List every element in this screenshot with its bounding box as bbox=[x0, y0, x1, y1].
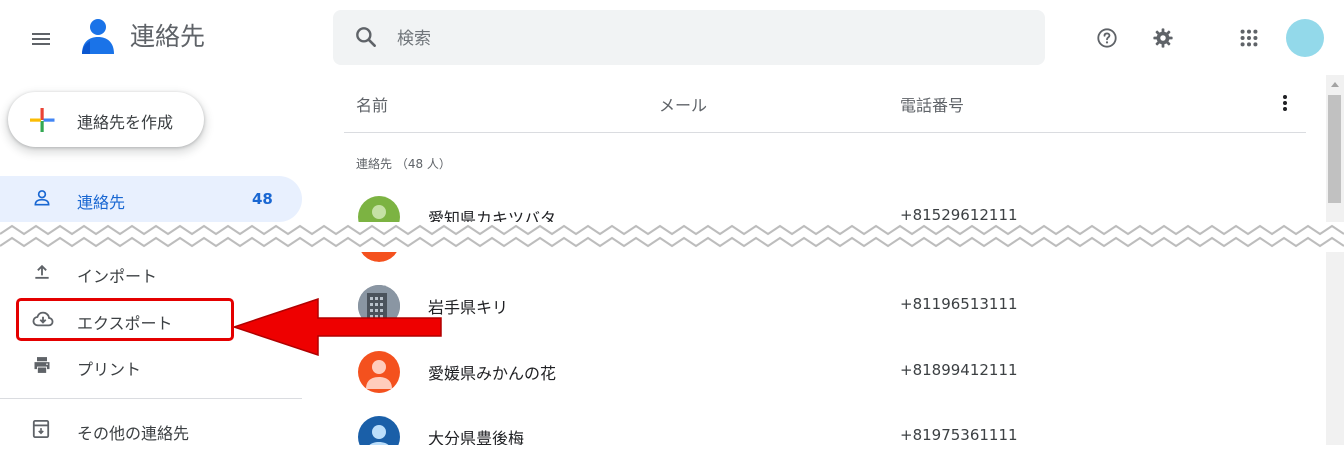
help-icon bbox=[1097, 28, 1117, 48]
printer-icon bbox=[34, 357, 50, 373]
contact-phone: +81975361111 bbox=[900, 426, 1018, 444]
person-avatar-icon bbox=[369, 425, 389, 445]
sidebar-item-label: プリント bbox=[77, 360, 142, 379]
export-highlight-box bbox=[16, 298, 234, 341]
more-options-button[interactable] bbox=[1272, 88, 1298, 118]
list-item[interactable]: 愛知県カキツバタ +81529612111 bbox=[344, 184, 1306, 248]
app-title: 連絡先 bbox=[130, 22, 206, 51]
sidebar-item-label: インポート bbox=[77, 267, 158, 286]
list-item[interactable]: 愛媛県みかんの花 +81899412111 bbox=[344, 339, 1306, 403]
sidebar-item-label: その他の連絡先 bbox=[77, 424, 190, 443]
avatar bbox=[358, 196, 400, 238]
contact-name: 岩手県キリ bbox=[428, 298, 509, 317]
create-contact-label: 連絡先を作成 bbox=[77, 113, 174, 132]
menu-icon bbox=[32, 33, 50, 45]
avatar bbox=[358, 285, 400, 327]
column-header-email[interactable]: メール bbox=[659, 92, 707, 116]
sidebar-item-label: 連絡先 bbox=[77, 193, 126, 212]
contact-name: 愛媛県みかんの花 bbox=[428, 364, 557, 383]
search-icon[interactable] bbox=[353, 24, 379, 50]
apps-grid-icon bbox=[1240, 29, 1258, 47]
list-item[interactable]: 岩手県キリ +81196513111 bbox=[344, 273, 1306, 337]
plus-icon bbox=[30, 108, 55, 132]
person-icon bbox=[34, 190, 50, 206]
account-avatar[interactable] bbox=[1286, 19, 1324, 57]
search-bar[interactable] bbox=[333, 10, 1045, 67]
building-photo-icon bbox=[358, 285, 400, 327]
section-label: 連絡先 （48 人） bbox=[356, 157, 451, 171]
sidebar-item-import[interactable]: インポート bbox=[0, 253, 300, 293]
column-header-name[interactable]: 名前 bbox=[356, 92, 388, 116]
contacts-logo-icon bbox=[80, 18, 116, 56]
avatar bbox=[358, 236, 400, 262]
help-button[interactable] bbox=[1089, 20, 1125, 56]
search-input[interactable] bbox=[395, 10, 1019, 67]
settings-icon bbox=[1153, 28, 1173, 48]
contact-phone: +81196513111 bbox=[900, 295, 1018, 313]
contacts-count-badge: 48 bbox=[252, 190, 273, 208]
contact-phone: +81899412111 bbox=[900, 361, 1018, 379]
contact-phone: +81529612111 bbox=[900, 206, 1018, 224]
sidebar-divider bbox=[0, 398, 302, 399]
scroll-up-button[interactable] bbox=[1326, 75, 1344, 93]
contact-name: 愛知県カキツバタ bbox=[428, 209, 557, 228]
sidebar-item-other-contacts[interactable]: その他の連絡先 bbox=[0, 410, 300, 450]
sidebar-item-print[interactable]: プリント bbox=[0, 346, 300, 386]
person-avatar-icon bbox=[366, 360, 392, 389]
scrollbar-thumb[interactable] bbox=[1328, 95, 1341, 203]
scroll-up-arrow-icon bbox=[1331, 82, 1339, 87]
upload-icon bbox=[35, 264, 49, 279]
settings-button[interactable] bbox=[1145, 20, 1181, 56]
create-contact-button[interactable]: 連絡先を作成 bbox=[8, 92, 204, 147]
avatar bbox=[358, 351, 400, 393]
archive-icon bbox=[32, 420, 50, 438]
person-avatar-icon bbox=[366, 205, 392, 234]
sidebar-item-contacts[interactable]: 連絡先 48 bbox=[0, 176, 302, 222]
more-vert-icon bbox=[1283, 95, 1287, 111]
apps-button[interactable] bbox=[1231, 20, 1267, 56]
column-header-phone[interactable]: 電話番号 bbox=[900, 92, 964, 116]
main-menu-button[interactable] bbox=[18, 16, 64, 62]
contact-name: 大分県豊後梅 bbox=[428, 429, 525, 445]
list-item[interactable]: 大分県豊後梅 +81975361111 bbox=[344, 404, 1306, 445]
avatar bbox=[358, 416, 400, 445]
header-divider bbox=[344, 132, 1306, 133]
